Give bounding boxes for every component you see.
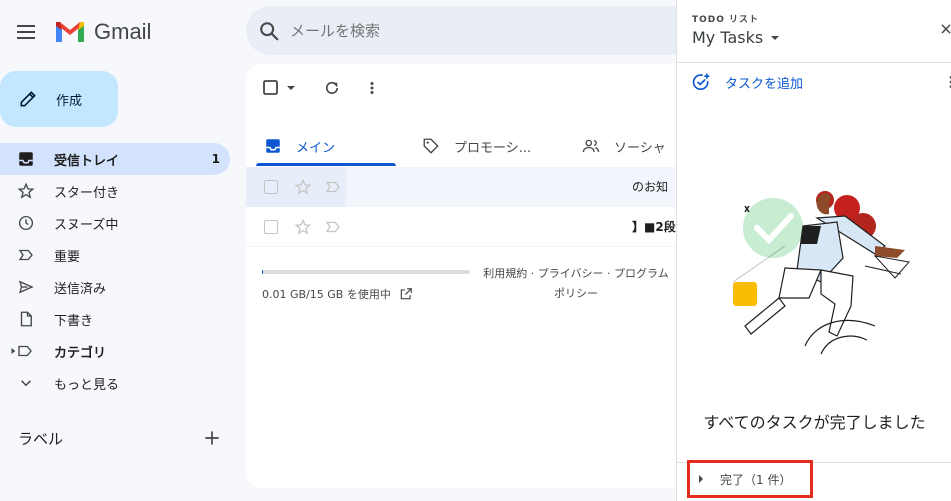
storage-usage[interactable]: 0.01 GB/15 GB を使用中: [262, 286, 413, 302]
inbox-icon: [266, 139, 280, 153]
all-tasks-done-message: すべてのタスクが完了しました: [703, 413, 926, 432]
main-panel: メイン プロモーシ... ソーシャ のお知 】■2段 0.01 GB/15 GB…: [246, 64, 686, 488]
completed-tasks-label: 完了（1 件）: [720, 472, 792, 487]
footer-links-line2[interactable]: ポリシー: [476, 284, 676, 304]
row-checkbox[interactable]: [264, 179, 278, 194]
sidebar-item-label: 受信トレイ: [54, 153, 120, 169]
storage-usage-text: 0.01 GB/15 GB を使用中: [262, 288, 391, 301]
logo-text: Gmail: [94, 19, 152, 44]
people-icon: [582, 139, 600, 153]
star-icon: [16, 181, 36, 201]
active-tab-indicator: [256, 163, 396, 166]
refresh-icon: [325, 81, 339, 94]
sidebar-item-label: スター付き: [54, 185, 120, 201]
gmail-logo[interactable]: Gmail: [54, 17, 164, 47]
storage-usage-fill: [262, 270, 263, 274]
sidebar-item-starred[interactable]: スター付き: [0, 175, 230, 207]
search-input[interactable]: [290, 21, 670, 40]
refresh-button[interactable]: [320, 76, 344, 100]
sidebar-item-more[interactable]: もっと見る: [0, 367, 230, 399]
plus-icon: [205, 431, 219, 445]
star-icon[interactable]: [294, 218, 312, 236]
sidebar-item-label: 下書き: [54, 313, 94, 329]
sidebar-item-label: カテゴリ: [54, 345, 107, 361]
caret-down-icon: [771, 35, 780, 40]
close-tasks-button[interactable]: [939, 22, 951, 36]
labels-heading: ラベル: [18, 430, 64, 448]
email-snippet: 】■2段: [632, 220, 676, 234]
tab-social[interactable]: ソーシャ: [582, 120, 666, 172]
unread-count: 1: [211, 152, 220, 166]
label-important-icon[interactable]: [324, 218, 342, 236]
sidebar-item-label: もっと見る: [54, 377, 120, 393]
caret-right-icon: [699, 475, 703, 483]
more-vert-icon: [370, 82, 374, 94]
add-task-icon: [692, 73, 710, 90]
add-task-button[interactable]: タスクを追加: [691, 72, 803, 92]
hamburger-icon: [17, 25, 35, 39]
tab-label: メイン: [296, 140, 336, 156]
select-all-checkbox[interactable]: [260, 76, 300, 100]
open-in-new-icon[interactable]: [399, 287, 413, 301]
draft-icon: [16, 309, 36, 329]
task-list-name: My Tasks: [692, 28, 764, 47]
search-icon[interactable]: [258, 20, 280, 42]
footer-links-line1[interactable]: 利用規約 · プライバシー · プログラム: [476, 264, 676, 284]
email-snippet: のお知: [632, 180, 669, 194]
sidebar-item-inbox[interactable]: 受信トレイ 1: [0, 143, 230, 175]
tasks-panel-kicker: TODO リスト: [692, 15, 760, 25]
send-icon: [16, 277, 36, 297]
sidebar-item-drafts[interactable]: 下書き: [0, 303, 230, 335]
sidebar-item-snoozed[interactable]: スヌーズ中: [0, 207, 230, 239]
star-icon[interactable]: [294, 178, 312, 196]
tasks-more-button[interactable]: [943, 74, 951, 90]
sidebar-item-label: 重要: [54, 249, 81, 265]
label-important-icon: [16, 245, 36, 265]
more-vert-icon: [949, 76, 951, 88]
main-menu-button[interactable]: [14, 20, 38, 44]
sidebar-item-categories[interactable]: カテゴリ: [0, 335, 230, 367]
sidebar-item-sent[interactable]: 送信済み: [0, 271, 230, 303]
sidebar-item-label: 送信済み: [54, 281, 107, 297]
gmail-m-icon: [56, 22, 84, 42]
label-icon: [11, 341, 36, 361]
email-row[interactable]: 】■2段: [246, 207, 686, 247]
tag-icon: [423, 138, 439, 154]
label-important-icon[interactable]: [324, 178, 342, 196]
tab-label: ソーシャ: [614, 140, 666, 156]
compose-label: 作成: [56, 93, 83, 109]
tab-promotions[interactable]: プロモーシ...: [422, 120, 531, 172]
tasks-panel: TODO リスト My Tasks タスクを追加 すべてのタスクが完了しました …: [676, 0, 951, 501]
chevron-down-icon: [16, 373, 36, 393]
all-tasks-done-illustration: [732, 191, 910, 355]
task-list-selector[interactable]: My Tasks: [692, 28, 781, 47]
divider: [677, 62, 951, 63]
tab-label: プロモーシ...: [454, 140, 532, 156]
footer-links[interactable]: 利用規約 · プライバシー · プログラム ポリシー: [476, 264, 676, 304]
pencil-icon: [20, 91, 36, 107]
completed-tasks-toggle[interactable]: 完了（1 件）: [687, 460, 813, 498]
sidebar-item-label: スヌーズ中: [54, 217, 119, 233]
sidebar-item-important[interactable]: 重要: [0, 239, 230, 271]
search-bar[interactable]: [246, 6, 696, 55]
more-options-button[interactable]: [360, 76, 384, 100]
create-label-button[interactable]: [202, 428, 222, 448]
compose-button[interactable]: 作成: [0, 71, 118, 127]
row-checkbox[interactable]: [264, 219, 278, 234]
inbox-icon: [16, 149, 36, 169]
clock-icon: [16, 213, 36, 233]
email-row[interactable]: のお知: [246, 167, 686, 207]
add-task-label: タスクを追加: [725, 76, 804, 92]
close-icon: [941, 24, 951, 34]
storage-usage-bar: [262, 270, 470, 274]
